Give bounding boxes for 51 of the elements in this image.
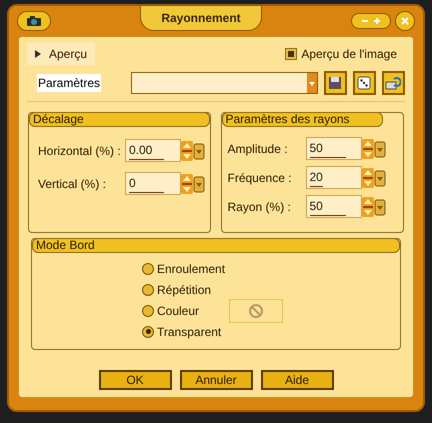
save-button[interactable] (324, 71, 347, 95)
dialog-button[interactable]: Annuler (180, 370, 252, 390)
close-button[interactable] (395, 11, 415, 31)
image-preview-checkbox[interactable] (285, 48, 298, 60)
field-label: Fréquence : (228, 170, 293, 186)
presets-dropdown[interactable] (131, 72, 318, 94)
number-field[interactable]: 0 (125, 172, 181, 195)
dialog-button[interactable]: Aide (260, 370, 334, 390)
radio-button[interactable] (142, 284, 154, 296)
radio-button[interactable] (142, 262, 154, 274)
field-label: Amplitude : (228, 140, 289, 158)
group-title: Mode Bord (32, 238, 400, 253)
floppy-icon (328, 76, 342, 90)
number-field[interactable]: 50 (306, 195, 362, 218)
minus-plus-icon (361, 17, 381, 25)
spinner-icon[interactable] (362, 168, 386, 188)
group-title: Décalage (29, 112, 210, 127)
no-color-icon (248, 302, 264, 318)
presets-label: Paramètres (37, 74, 102, 92)
reset-icon (385, 76, 402, 90)
option-label: Couleur (157, 302, 200, 320)
caret-right-icon (35, 50, 41, 58)
field-label: Horizontal (%) : (38, 142, 122, 160)
number-field[interactable]: 0.00 (125, 139, 181, 162)
close-icon (401, 17, 409, 25)
field-label: Vertical (%) : (38, 176, 108, 192)
radio-button[interactable] (142, 326, 154, 338)
spinner-icon[interactable] (181, 140, 205, 160)
dice-icon (357, 76, 372, 90)
window-title: Rayonnement (140, 5, 262, 31)
radio-button[interactable] (142, 304, 154, 316)
random-button[interactable] (352, 71, 376, 95)
preview-toggle[interactable]: Aperçu (27, 43, 96, 65)
field-label: Rayon (%) : (228, 198, 292, 216)
group-title: Paramètres des rayons (222, 112, 383, 127)
spinner-icon[interactable] (362, 138, 386, 158)
spinner-icon[interactable] (362, 196, 386, 216)
camera-icon (26, 15, 42, 27)
option-label: Répétition (157, 282, 212, 298)
option-label: Enroulement (157, 260, 226, 278)
image-preview-label: Aperçu de l'image (301, 46, 397, 63)
caret-icon (306, 73, 317, 93)
option-label: Transparent (157, 324, 222, 340)
zoom-button[interactable] (351, 13, 391, 29)
number-field[interactable]: 50 (306, 137, 362, 160)
dialog-button[interactable]: OK (98, 370, 172, 390)
number-field[interactable]: 20 (306, 166, 362, 189)
reset-button[interactable] (382, 71, 405, 95)
color-swatch[interactable] (229, 298, 283, 322)
app-button[interactable] (17, 11, 51, 31)
spinner-icon[interactable] (181, 174, 205, 194)
